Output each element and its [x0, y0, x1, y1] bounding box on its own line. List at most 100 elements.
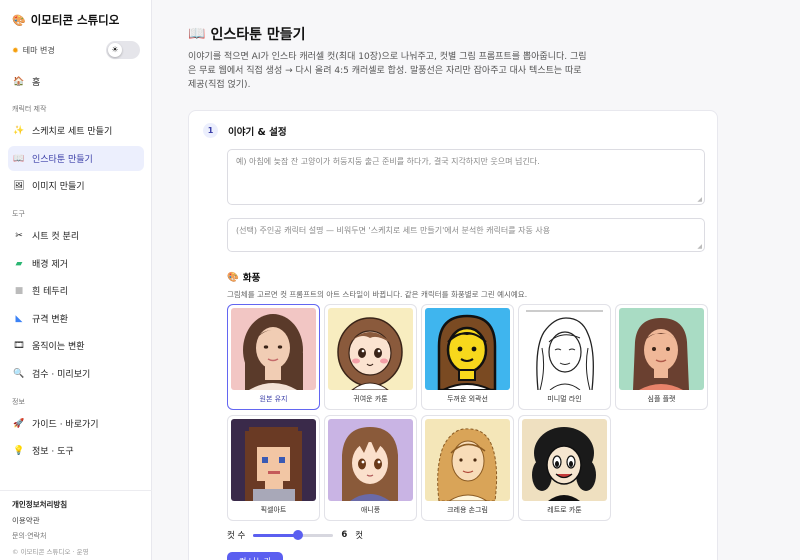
style-label: 애니풍 — [360, 506, 381, 514]
style-option-simple-flat[interactable]: 심플 플랫 — [615, 304, 708, 410]
resize-grip-icon[interactable]: ◢ — [697, 196, 702, 203]
square-icon: ■ — [14, 285, 24, 296]
scissors-icon: ✂ — [15, 230, 23, 241]
sidebar-item-label: 가이드 · 바로가기 — [32, 420, 99, 430]
style-option-crayon[interactable]: 크레용 손그림 — [421, 415, 514, 521]
story-textarea[interactable]: 예) 아침에 늦잠 잔 고양이가 허둥지둥 출근 준비를 하다가, 결국 지각하… — [227, 149, 705, 205]
style-label: 심플 플랫 — [647, 395, 676, 403]
sidebar-item-label: 스케치로 세트 만들기 — [32, 127, 113, 137]
style-option-retro-cartoon[interactable]: 레트로 카툰 — [518, 415, 611, 521]
step-header: 1 이야기 & 설정 — [203, 123, 287, 138]
style-preview-pixel-art — [231, 419, 316, 501]
style-preview-simple-flat — [619, 308, 704, 390]
sidebar-footer: 개인정보처리방침 이용약관 문의·연락처 © 이모티콘 스튜디오 · 운영 — [0, 490, 152, 556]
terms-link[interactable]: 이용약관 — [12, 515, 140, 526]
sidebar-item-label: 규격 변환 — [32, 315, 68, 325]
home-icon: 🏠 — [13, 76, 25, 87]
sidebar-item-instatoon[interactable]: 📖 인스타툰 만들기 — [8, 146, 144, 171]
sidebar-item-label: 흰 테두리 — [32, 287, 68, 297]
style-label: 미니멀 라인 — [547, 395, 582, 403]
step-number: 1 — [203, 123, 218, 138]
sidebar-item-white-border[interactable]: ■ 흰 테두리 — [8, 278, 144, 303]
cut-count-value: 6 — [341, 530, 348, 540]
style-preview-cute-cartoon — [328, 308, 413, 390]
image-icon: 🖼 — [13, 180, 25, 191]
sidebar-item-sketch-set[interactable]: ✨ 스케치로 세트 만들기 — [8, 118, 144, 143]
sidebar-item-guide[interactable]: 🚀 가이드 · 바로가기 — [8, 411, 144, 436]
resize-grip-icon[interactable]: ◢ — [697, 243, 702, 250]
style-option-pixel-art[interactable]: 픽셀아트 — [227, 415, 320, 521]
sidebar-item-motion-convert[interactable]: 🎞 움직이는 변환 — [8, 333, 144, 358]
style-option-anime[interactable]: 애니풍 — [324, 415, 417, 521]
cut-count-label: 컷 수 — [227, 531, 246, 541]
style-option-minimal-line[interactable]: 미니멀 라인 — [518, 304, 611, 410]
style-option-bold-outline[interactable]: 두꺼운 외곽선 — [421, 304, 514, 410]
page-description: 이야기를 적으면 AI가 인스타 캐러셀 컷(최대 10장)으로 나눠주고, 컷… — [188, 52, 587, 90]
sidebar-item-image[interactable]: 🖼 이미지 만들기 — [8, 173, 144, 198]
style-preview-anime — [328, 419, 413, 501]
theme-toggle-knob: ☀ — [108, 43, 122, 57]
bulb-icon: 💡 — [13, 445, 25, 456]
sidebar-item-label: 정보 · 도구 — [32, 447, 74, 457]
book-icon: 📖 — [188, 26, 206, 42]
sidebar-item-label: 시트 컷 분리 — [32, 232, 80, 242]
style-option-cute-cartoon[interactable]: 귀여운 카툰 — [324, 304, 417, 410]
brand-name: 이모티콘 스튜디오 — [30, 13, 120, 27]
cut-count-unit: 컷 — [355, 531, 364, 541]
cut-count-slider[interactable] — [253, 530, 334, 540]
character-textarea[interactable]: (선택) 주인공 캐릭터 설명 — 비워두면 '스케치로 세트 만들기'에서 분… — [227, 218, 705, 252]
sidebar-item-label: 배경 제거 — [32, 260, 68, 270]
section-tools: 도구 — [12, 210, 25, 218]
sidebar-item-bg-remove[interactable]: ▰ 배경 제거 — [8, 251, 144, 276]
sidebar-item-label: 움직이는 변환 — [32, 342, 85, 352]
style-label: 원본 유지 — [259, 395, 288, 403]
style-label: 픽셀아트 — [260, 506, 287, 514]
character-placeholder: (선택) 주인공 캐릭터 설명 — 비워두면 '스케치로 세트 만들기'에서 분… — [236, 226, 551, 235]
style-description: 그림체를 고르면 컷 프롬프트의 아트 스타일이 바뀝니다. 같은 캐릭터를 화… — [227, 290, 528, 299]
contact-link[interactable]: 문의·연락처 — [12, 531, 140, 541]
style-label: 귀여운 카툰 — [353, 395, 388, 403]
theme-label: ✹ 테마 변경 — [12, 45, 55, 55]
step-title: 이야기 & 설정 — [228, 126, 287, 138]
privacy-link[interactable]: 개인정보처리방침 — [12, 499, 140, 510]
cut-count-row: 컷 수 6 컷 — [227, 529, 363, 541]
section-character: 캐릭터 제작 — [12, 105, 47, 113]
page-title: 📖 인스타툰 만들기 — [188, 26, 306, 43]
style-preview-minimal-line — [522, 308, 607, 390]
slider-fill — [253, 534, 298, 537]
style-preview-bold-outline — [425, 308, 510, 390]
sidebar-item-home[interactable]: 🏠 홈 — [8, 69, 144, 94]
style-preview-original — [231, 308, 316, 390]
sidebar-item-info-tools[interactable]: 💡 정보 · 도구 — [8, 438, 144, 463]
sidebar-item-size-convert[interactable]: ◣ 규격 변환 — [8, 306, 144, 331]
section-info: 정보 — [12, 398, 25, 406]
style-option-original[interactable]: 원본 유지 — [227, 304, 320, 410]
sidebar-item-label: 검수 · 미리보기 — [32, 370, 91, 380]
brand[interactable]: 🎨 이모티콘 스튜디오 — [12, 12, 119, 28]
sidebar-item-sheet-split[interactable]: ✂ 시트 컷 분리 — [8, 223, 144, 248]
sidebar-item-review[interactable]: 🔍 검수 · 미리보기 — [8, 361, 144, 386]
film-icon: 🎞 — [13, 340, 25, 351]
sidebar-item-label: 이미지 만들기 — [32, 182, 85, 192]
theme-row: ✹ 테마 변경 ☀ — [12, 41, 140, 59]
style-label: 두꺼운 외곽선 — [447, 395, 488, 403]
theme-toggle[interactable]: ☀ — [106, 41, 140, 59]
style-label: 크레용 손그림 — [447, 506, 488, 514]
slider-thumb[interactable] — [292, 530, 303, 540]
style-label: 레트로 카툰 — [547, 506, 582, 514]
sidebar-item-label: 홈 — [32, 78, 41, 88]
book-icon: 📖 — [13, 153, 25, 164]
split-cuts-button[interactable]: 컷 나누기 — [227, 552, 283, 560]
magnifier-icon: 🔍 — [13, 368, 25, 379]
rocket-icon: 🚀 — [13, 418, 25, 429]
story-placeholder: 예) 아침에 늦잠 잔 고양이가 허둥지둥 출근 준비를 하다가, 결국 지각하… — [236, 157, 540, 166]
sun-icon: ✹ — [12, 45, 19, 55]
story-settings-card: 1 이야기 & 설정 예) 아침에 늦잠 잔 고양이가 허둥지둥 출근 준비를 … — [188, 110, 718, 560]
palette-icon: 🎨 — [12, 13, 26, 27]
eraser-icon: ▰ — [15, 258, 23, 269]
style-preview-crayon — [425, 419, 510, 501]
style-heading: 🎨 화풍 — [227, 271, 261, 285]
sidebar-item-label: 인스타툰 만들기 — [32, 155, 93, 165]
palette-icon: 🎨 — [227, 271, 239, 283]
sparkle-icon: ✨ — [13, 125, 25, 136]
